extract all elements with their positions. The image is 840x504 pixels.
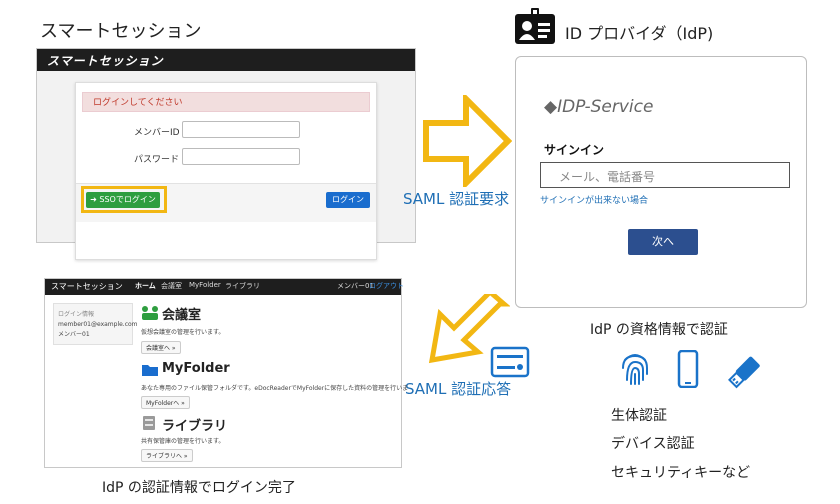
section-myfolder-title: MyFolder xyxy=(162,361,230,376)
portal-nav-title: スマートセッション xyxy=(51,282,123,291)
portal-caption: IdP の認証情報でログイン完了 xyxy=(102,480,296,496)
login-info-email: member01@example.com xyxy=(58,321,138,328)
window-title: スマートセッション xyxy=(47,54,164,68)
password-label: パスワード xyxy=(134,155,180,165)
meeting-room-icon xyxy=(142,306,158,320)
login-info-name: メンバー01 xyxy=(58,331,90,338)
login-footer: ➜ SSOでログイン ログイン xyxy=(76,183,376,222)
nav-home[interactable]: ホーム xyxy=(135,281,156,291)
section-library-title: ライブラリ xyxy=(162,419,228,434)
fingerprint-icon xyxy=(622,354,648,385)
sso-button-highlight xyxy=(81,186,167,213)
saml-request-arrow xyxy=(423,95,512,187)
meeting-room-button[interactable]: 会議室へ » xyxy=(141,341,181,354)
smart-session-heading: スマートセッション xyxy=(40,21,202,42)
section-meeting-room-desc: 仮想会議室の管理を行います。 xyxy=(141,329,225,336)
section-meeting-room-title: 会議室 xyxy=(162,308,202,323)
smart-session-login-window: スマートセッション ログインしてください メンバーID パスワード ➜ SSOで… xyxy=(36,48,416,260)
portal-nav: スマートセッション ホーム 会議室 MyFolder ライブラリ メンバー01 … xyxy=(45,279,404,295)
nav-logout[interactable]: ログアウト xyxy=(369,281,404,291)
auth-method-security-key: セキュリティキーなど xyxy=(611,465,751,481)
section-myfolder-desc: あなた専用のファイル保管フォルダです。eDocReaderでMyFolderに保… xyxy=(141,385,409,392)
usb-key-icon xyxy=(728,356,760,389)
auth-method-device: デバイス認証 xyxy=(611,436,695,452)
idp-heading: ID プロバイダ（IdP) xyxy=(565,24,714,43)
idp-signin-title: サインイン xyxy=(544,143,605,157)
nav-meeting-room[interactable]: 会議室 xyxy=(161,281,182,291)
login-panel: ログインしてください メンバーID パスワード ➜ SSOでログイン ログイン xyxy=(75,82,377,260)
auth-method-biometric: 生体認証 xyxy=(611,408,667,424)
idp-auth-caption: IdP の資格情報で認証 xyxy=(590,322,728,338)
member-id-input[interactable] xyxy=(182,121,300,138)
library-icon xyxy=(143,416,155,430)
portal-window: スマートセッション ホーム 会議室 MyFolder ライブラリ メンバー01 … xyxy=(44,278,408,468)
section-library-desc: 共有保管庫の管理を行います。 xyxy=(141,438,225,445)
id-card-icon xyxy=(515,8,555,44)
window-title-bar: スマートセッション xyxy=(37,49,415,71)
idp-email-placeholder: メール、電話番号 xyxy=(559,170,656,184)
password-input[interactable] xyxy=(182,148,300,165)
idp-signin-window: ◆IDP-Service サインイン メール、電話番号 サインインが出来ない場合… xyxy=(515,56,807,308)
folder-icon xyxy=(142,365,158,376)
saml-response-label: SAML 認証応答 xyxy=(405,380,512,398)
login-info-label: ログイン情報 xyxy=(58,311,95,318)
saml-request-label: SAML 認証要求 xyxy=(403,190,510,208)
saml-token-icon xyxy=(490,346,530,378)
login-info-card: ログイン情報 member01@example.com メンバー01 xyxy=(53,303,138,345)
idp-next-button[interactable]: 次へ xyxy=(628,229,698,255)
idp-help-link[interactable]: サインインが出来ない場合 xyxy=(540,193,648,206)
nav-library[interactable]: ライブラリ xyxy=(225,281,260,291)
login-alert: ログインしてください xyxy=(82,92,370,112)
myfolder-button[interactable]: MyFolderへ » xyxy=(141,396,190,409)
library-button[interactable]: ライブラリへ » xyxy=(141,449,193,462)
login-button[interactable]: ログイン xyxy=(326,192,370,208)
nav-myfolder[interactable]: MyFolder xyxy=(189,281,221,289)
idp-logo: ◆IDP-Service xyxy=(544,97,654,117)
member-id-label: メンバーID xyxy=(134,128,180,138)
idp-email-input[interactable]: メール、電話番号 xyxy=(540,162,790,188)
smartphone-icon xyxy=(677,350,699,388)
